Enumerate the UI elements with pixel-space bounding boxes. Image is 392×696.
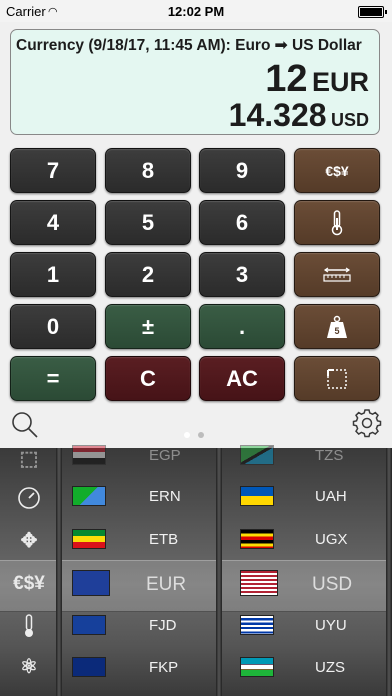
calculator-panel: Currency (9/18/17, 11:45 AM): Euro ➟ US …	[0, 22, 392, 448]
currency-code: UGX	[315, 531, 348, 548]
flag-fjd	[72, 615, 106, 635]
svg-text:5: 5	[334, 326, 339, 336]
key-8[interactable]: 8	[105, 148, 191, 193]
thermometer-icon	[331, 209, 343, 235]
plus-minus-button[interactable]: ±	[105, 304, 191, 349]
clear-button[interactable]: C	[105, 356, 191, 401]
currency-code: UAH	[315, 488, 347, 505]
currency-code: UZS	[315, 659, 345, 676]
input-unit: EUR	[311, 67, 369, 97]
result-display: Currency (9/18/17, 11:45 AM): Euro ➟ US …	[10, 29, 380, 135]
key-2[interactable]: 2	[105, 252, 191, 297]
list-item-selected[interactable]: USD	[230, 569, 380, 599]
flag-usd	[240, 570, 278, 596]
list-item[interactable]: ETB	[62, 524, 212, 554]
currency-code: UYU	[315, 617, 347, 634]
result-unit: USD	[330, 110, 369, 130]
key-0[interactable]: 0	[10, 304, 96, 349]
temperature-mode-button[interactable]	[294, 200, 380, 245]
currency-code: ETB	[149, 531, 179, 548]
length-mode-button[interactable]	[294, 252, 380, 297]
list-item[interactable]: ERN	[62, 481, 212, 511]
currency-code-selected: USD	[312, 574, 353, 595]
list-item[interactable]: FJD	[62, 610, 212, 640]
list-item-selected[interactable]: EUR	[62, 569, 212, 599]
gear-icon[interactable]	[352, 408, 382, 438]
area-mode-button[interactable]	[294, 356, 380, 401]
flag-ugx	[240, 529, 274, 549]
input-value: 12 EUR	[265, 58, 369, 101]
picker-divider	[216, 448, 222, 696]
key-4[interactable]: 4	[10, 200, 96, 245]
page-dot-active	[184, 432, 190, 438]
flag-uah	[240, 486, 274, 506]
status-bar: Carrier ◠ 12:02 PM	[0, 0, 392, 22]
currency-code: TZS	[315, 447, 344, 464]
all-clear-button[interactable]: AC	[199, 356, 285, 401]
list-item[interactable]: UAH	[230, 481, 380, 511]
flag-egp	[72, 445, 106, 465]
result-number: 14.328	[228, 97, 327, 133]
picker-divider	[386, 448, 392, 696]
speed-icon[interactable]	[0, 480, 58, 516]
ruler-icon	[323, 267, 351, 282]
list-item[interactable]: UGX	[230, 524, 380, 554]
flag-etb	[72, 529, 106, 549]
key-1[interactable]: 1	[10, 252, 96, 297]
decimal-button[interactable]: .	[199, 304, 285, 349]
thermometer-icon[interactable]	[0, 608, 58, 644]
key-5[interactable]: 5	[105, 200, 191, 245]
list-item[interactable]: UZS	[230, 652, 380, 682]
flag-uzs	[240, 657, 274, 677]
flag-eur	[72, 570, 110, 596]
battery-icon	[358, 6, 387, 18]
weight-icon: 5	[327, 315, 347, 338]
flag-fkp	[72, 657, 106, 677]
atom-icon[interactable]: ⚛	[0, 648, 58, 684]
currency-picker[interactable]: ⬚ ✥ €$¥ ⚛ EGP ERN ETB EUR FJD FKP TZS UA…	[0, 445, 392, 696]
list-item[interactable]: EGP	[62, 440, 212, 470]
conversion-title: Currency (9/18/17, 11:45 AM): Euro ➟ US …	[16, 37, 362, 54]
key-6[interactable]: 6	[199, 200, 285, 245]
area-icon[interactable]: ⬚	[0, 440, 58, 476]
currency-code: ERN	[149, 488, 181, 505]
result-value: 14.328 USD	[229, 97, 369, 134]
equals-button[interactable]: =	[10, 356, 96, 401]
move-icon[interactable]: ✥	[0, 522, 58, 558]
flag-uyu	[240, 615, 274, 635]
page-dot	[198, 432, 204, 438]
currency-mode-button[interactable]: €$¥	[294, 148, 380, 193]
list-item[interactable]: TZS	[230, 440, 380, 470]
area-icon	[327, 368, 347, 389]
flag-tzs	[240, 445, 274, 465]
flag-ern	[72, 486, 106, 506]
input-number: 12	[265, 58, 308, 100]
key-9[interactable]: 9	[199, 148, 285, 193]
currency-code: FKP	[149, 659, 179, 676]
list-item[interactable]: UYU	[230, 610, 380, 640]
clock: 12:02 PM	[167, 4, 225, 19]
list-item[interactable]: FKP	[62, 652, 212, 682]
currency-code: FJD	[149, 617, 177, 634]
currency-code: EGP	[149, 447, 181, 464]
weight-mode-button[interactable]: 5	[294, 304, 380, 349]
key-3[interactable]: 3	[199, 252, 285, 297]
search-icon[interactable]	[10, 410, 40, 440]
key-7[interactable]: 7	[10, 148, 96, 193]
currency-icon[interactable]: €$¥	[0, 566, 58, 602]
currency-code-selected: EUR	[146, 574, 187, 595]
